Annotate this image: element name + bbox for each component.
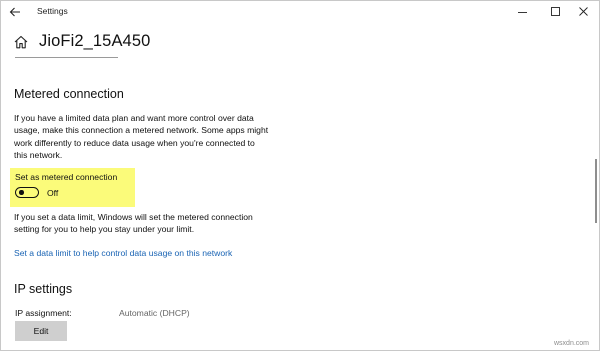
metered-description-line: work differently to reduce data usage wh… bbox=[14, 137, 255, 148]
back-button[interactable] bbox=[7, 4, 23, 20]
metered-connection-toggle[interactable] bbox=[15, 187, 39, 198]
metered-toggle-label: Set as metered connection bbox=[15, 172, 118, 182]
data-limit-line: setting for you to help you stay under y… bbox=[14, 224, 195, 235]
home-button[interactable] bbox=[14, 35, 28, 49]
page-title: JioFi2_15A450 bbox=[39, 32, 151, 50]
edit-button[interactable]: Edit bbox=[15, 321, 67, 341]
close-button[interactable] bbox=[569, 4, 599, 20]
ip-assignment-label: IP assignment: bbox=[15, 308, 72, 318]
metered-connection-heading: Metered connection bbox=[14, 87, 124, 101]
set-data-limit-link[interactable]: Set a data limit to help control data us… bbox=[14, 248, 232, 258]
minimize-icon bbox=[518, 12, 527, 13]
back-arrow-icon bbox=[9, 7, 20, 17]
toggle-knob bbox=[19, 190, 24, 195]
home-icon bbox=[14, 35, 28, 49]
minimize-button[interactable] bbox=[508, 4, 538, 20]
metered-description: If you have a limited data plan and want… bbox=[14, 112, 284, 161]
metered-description-line: this network. bbox=[14, 149, 63, 160]
close-icon bbox=[579, 7, 588, 16]
title-bar: Settings bbox=[1, 1, 599, 23]
metered-description-line: usage, make this connection a metered ne… bbox=[14, 125, 269, 136]
watermark: wsxdn.com bbox=[554, 340, 590, 347]
toggle-state-text: Off bbox=[47, 188, 59, 198]
scrollbar[interactable] bbox=[595, 159, 597, 223]
data-limit-line: If you set a data limit, Windows will se… bbox=[14, 212, 253, 222]
ip-assignment-value: Automatic (DHCP) bbox=[119, 308, 190, 318]
window-title: Settings bbox=[37, 6, 68, 16]
settings-window: Settings JioFi2_15A450 Metered connectio… bbox=[0, 0, 600, 351]
title-underline bbox=[15, 57, 118, 58]
ip-settings-heading: IP settings bbox=[14, 282, 73, 296]
maximize-button[interactable] bbox=[541, 4, 571, 20]
metered-description-line: If you have a limited data plan and want… bbox=[14, 113, 254, 123]
data-limit-description: If you set a data limit, Windows will se… bbox=[14, 211, 284, 236]
maximize-icon bbox=[551, 7, 560, 16]
